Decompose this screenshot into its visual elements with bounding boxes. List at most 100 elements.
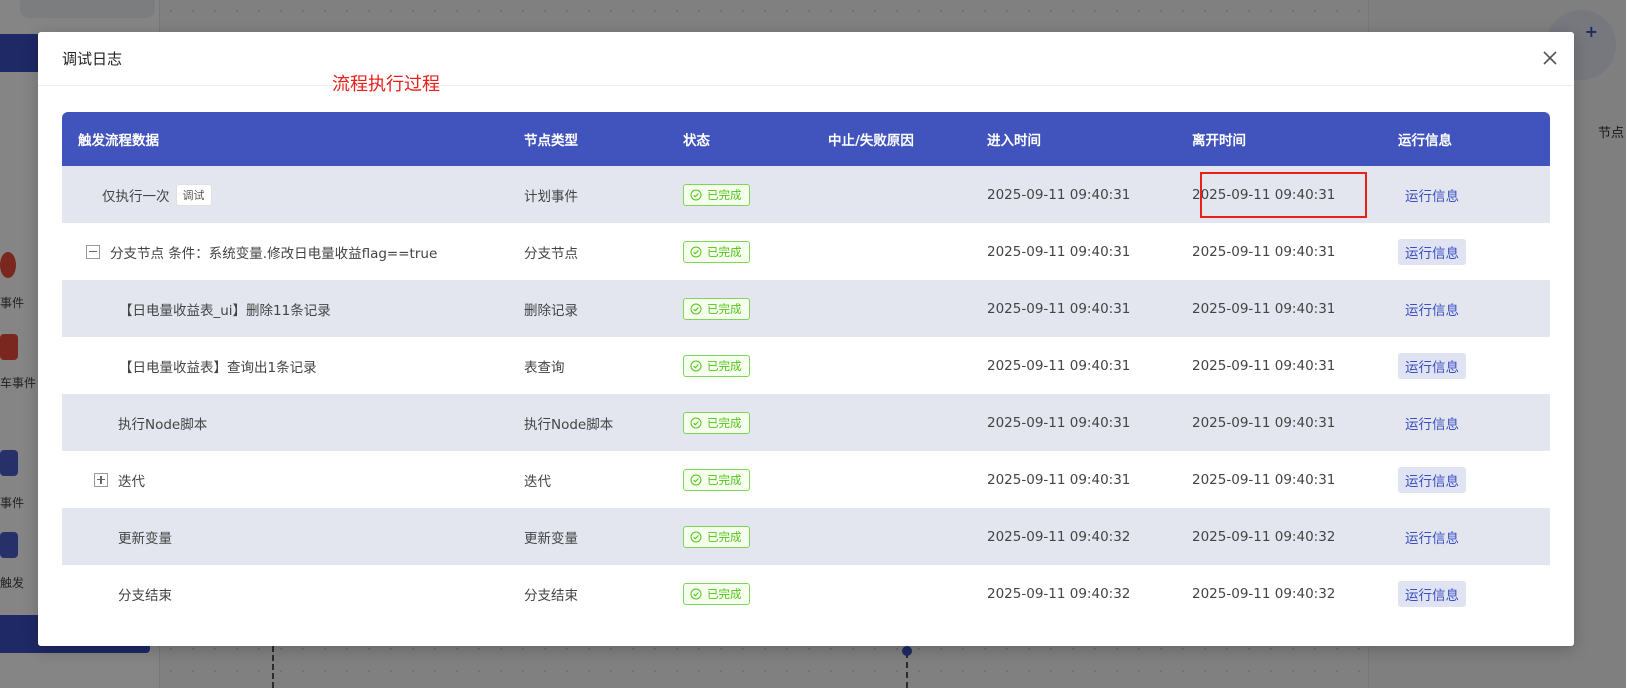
node-name-cell: 迭代 bbox=[62, 451, 508, 508]
debug-log-modal: 调试日志 流程执行过程 触发流程数据 节点类型 状态 中止/失败原因 进入时间 … bbox=[38, 32, 1574, 646]
node-name-cell: 执行Node脚本 bbox=[62, 394, 508, 451]
annotation-label: 流程执行过程 bbox=[332, 74, 440, 95]
node-name: 分支节点 条件：系统变量.修改日电量收益flag==true bbox=[110, 245, 438, 262]
node-type: 执行Node脚本 bbox=[508, 394, 667, 451]
status-cell: 已完成 bbox=[667, 223, 812, 280]
run-info-button[interactable]: 运行信息 bbox=[1398, 296, 1466, 322]
check-circle-icon bbox=[690, 360, 702, 371]
status-text: 已完成 bbox=[707, 358, 742, 373]
status-cell: 已完成 bbox=[667, 451, 812, 508]
node-type: 删除记录 bbox=[508, 280, 667, 337]
table-row[interactable]: 迭代 迭代 已完成 2025-09-11 09:40:31 2025-09-11… bbox=[62, 451, 1550, 508]
table-row[interactable]: 更新变量 更新变量 已完成 2025-09-11 09:40:32 2025-0… bbox=[62, 508, 1550, 565]
run-info-button[interactable]: 运行信息 bbox=[1398, 466, 1466, 493]
node-name: 【日电量收益表_ui】删除11条记录 bbox=[119, 302, 331, 319]
column-header: 状态 bbox=[667, 112, 812, 166]
run-info-button[interactable]: 运行信息 bbox=[1398, 182, 1466, 208]
node-name-cell: 仅执行一次 调试 bbox=[62, 166, 508, 223]
status-badge: 已完成 bbox=[683, 411, 750, 434]
node-type: 更新变量 bbox=[508, 508, 667, 565]
action-cell: 运行信息 bbox=[1382, 223, 1550, 280]
table-row[interactable]: 分支结束 分支结束 已完成 2025-09-11 09:40:32 2025-0… bbox=[62, 565, 1550, 622]
failure-reason bbox=[812, 223, 971, 280]
status-text: 已完成 bbox=[707, 586, 742, 601]
column-header: 触发流程数据 bbox=[62, 112, 508, 166]
status-badge: 已完成 bbox=[683, 354, 750, 377]
node-name-cell: 【日电量收益表_ui】删除11条记录 bbox=[62, 280, 508, 337]
enter-time: 2025-09-11 09:40:31 bbox=[971, 166, 1176, 223]
check-circle-icon bbox=[690, 303, 702, 314]
enter-time: 2025-09-11 09:40:31 bbox=[971, 223, 1176, 280]
run-info-button[interactable]: 运行信息 bbox=[1398, 580, 1466, 607]
status-cell: 已完成 bbox=[667, 394, 812, 451]
action-cell: 运行信息 bbox=[1382, 337, 1550, 394]
run-info-button[interactable]: 运行信息 bbox=[1398, 238, 1466, 265]
run-info-button[interactable]: 运行信息 bbox=[1398, 410, 1466, 436]
leave-time: 2025-09-11 09:40:31 bbox=[1176, 451, 1382, 508]
status-text: 已完成 bbox=[707, 529, 742, 544]
node-name: 更新变量 bbox=[118, 530, 172, 547]
status-badge: 已完成 bbox=[683, 240, 750, 263]
status-text: 已完成 bbox=[707, 301, 742, 316]
action-cell: 运行信息 bbox=[1382, 565, 1550, 622]
leave-time: 2025-09-11 09:40:32 bbox=[1176, 508, 1382, 565]
check-circle-icon bbox=[690, 189, 702, 200]
debug-tag: 调试 bbox=[175, 183, 212, 206]
table-row[interactable]: 分支节点 条件：系统变量.修改日电量收益flag==true 分支节点 已完成 … bbox=[62, 223, 1550, 280]
status-text: 已完成 bbox=[707, 472, 742, 487]
column-header: 离开时间 bbox=[1176, 112, 1382, 166]
status-text: 已完成 bbox=[707, 187, 742, 202]
node-type: 分支节点 bbox=[508, 223, 667, 280]
table-row[interactable]: 【日电量收益表】查询出1条记录 表查询 已完成 2025-09-11 09:40… bbox=[62, 337, 1550, 394]
node-name-cell: 更新变量 bbox=[62, 508, 508, 565]
action-cell: 运行信息 bbox=[1382, 280, 1550, 337]
leave-time: 2025-09-11 09:40:31 bbox=[1176, 280, 1382, 337]
enter-time: 2025-09-11 09:40:31 bbox=[971, 394, 1176, 451]
node-name: 分支结束 bbox=[118, 587, 172, 604]
table-row[interactable]: 【日电量收益表_ui】删除11条记录 删除记录 已完成 2025-09-11 0… bbox=[62, 280, 1550, 337]
node-type: 计划事件 bbox=[508, 166, 667, 223]
status-cell: 已完成 bbox=[667, 280, 812, 337]
action-cell: 运行信息 bbox=[1382, 508, 1550, 565]
status-cell: 已完成 bbox=[667, 565, 812, 622]
status-badge: 已完成 bbox=[683, 582, 750, 605]
check-circle-icon bbox=[690, 417, 702, 428]
table-row[interactable]: 执行Node脚本 执行Node脚本 已完成 2025-09-11 09:40:3… bbox=[62, 394, 1550, 451]
leave-time: 2025-09-11 09:40:32 bbox=[1176, 565, 1382, 622]
enter-time: 2025-09-11 09:40:31 bbox=[971, 337, 1176, 394]
minus-square-icon[interactable] bbox=[86, 244, 100, 259]
column-header: 运行信息 bbox=[1382, 112, 1550, 166]
run-info-button[interactable]: 运行信息 bbox=[1398, 352, 1466, 379]
node-name-cell: 分支节点 条件：系统变量.修改日电量收益flag==true bbox=[62, 223, 508, 280]
enter-time: 2025-09-11 09:40:32 bbox=[971, 508, 1176, 565]
debug-log-table: 触发流程数据 节点类型 状态 中止/失败原因 进入时间 离开时间 运行信息 仅执… bbox=[62, 112, 1550, 622]
node-name-cell: 分支结束 bbox=[62, 565, 508, 622]
action-cell: 运行信息 bbox=[1382, 166, 1550, 223]
failure-reason bbox=[812, 451, 971, 508]
enter-time: 2025-09-11 09:40:31 bbox=[971, 280, 1176, 337]
node-name: 仅执行一次 bbox=[102, 188, 170, 205]
leave-time: 2025-09-11 09:40:31 bbox=[1176, 394, 1382, 451]
run-info-button[interactable]: 运行信息 bbox=[1398, 524, 1466, 550]
column-header: 中止/失败原因 bbox=[812, 112, 971, 166]
leave-time: 2025-09-11 09:40:31 bbox=[1176, 223, 1382, 280]
failure-reason bbox=[812, 337, 971, 394]
failure-reason bbox=[812, 394, 971, 451]
table-row[interactable]: 仅执行一次 调试 计划事件 已完成 2025-09-11 09:40:31 20… bbox=[62, 166, 1550, 223]
modal-header: 调试日志 bbox=[38, 32, 1574, 86]
plus-square-icon[interactable] bbox=[94, 472, 108, 487]
node-name: 迭代 bbox=[118, 473, 145, 490]
table-header-row: 触发流程数据 节点类型 状态 中止/失败原因 进入时间 离开时间 运行信息 bbox=[62, 112, 1550, 166]
status-badge: 已完成 bbox=[683, 468, 750, 491]
check-circle-icon bbox=[690, 474, 702, 485]
modal-title: 调试日志 bbox=[62, 50, 123, 68]
status-badge: 已完成 bbox=[683, 297, 750, 320]
close-icon[interactable] bbox=[1540, 48, 1560, 68]
enter-time: 2025-09-11 09:40:31 bbox=[971, 451, 1176, 508]
check-circle-icon bbox=[690, 531, 702, 542]
node-name: 【日电量收益表】查询出1条记录 bbox=[119, 359, 317, 376]
leave-time: 2025-09-11 09:40:31 bbox=[1176, 166, 1382, 223]
failure-reason bbox=[812, 166, 971, 223]
node-type: 迭代 bbox=[508, 451, 667, 508]
failure-reason bbox=[812, 280, 971, 337]
